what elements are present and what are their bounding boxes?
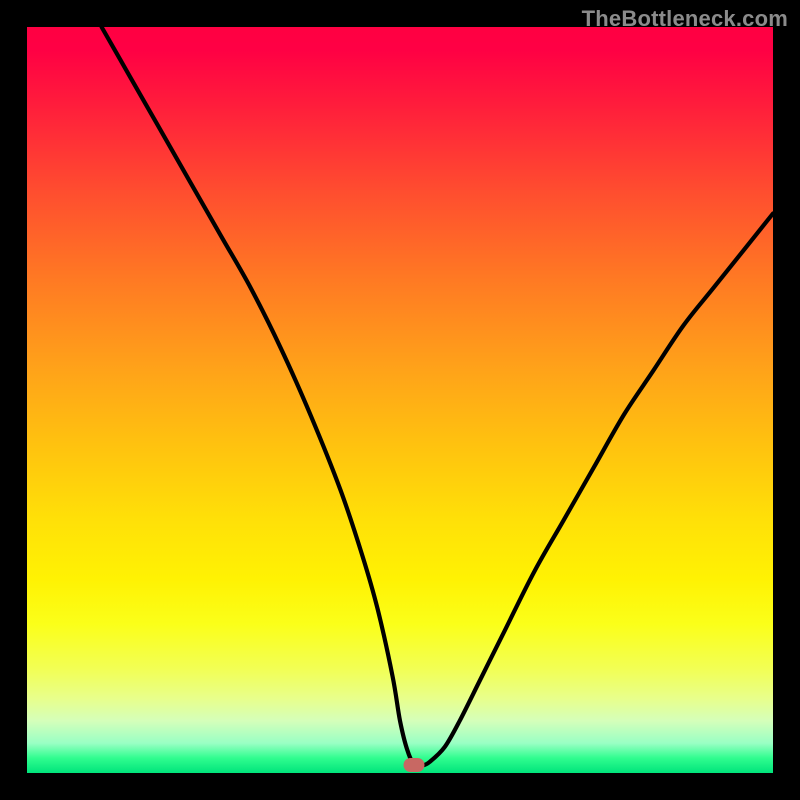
chart-frame: TheBottleneck.com [0, 0, 800, 800]
bottleneck-curve [27, 27, 773, 773]
curve-path [102, 27, 773, 767]
optimal-point-marker [404, 758, 425, 772]
watermark-text: TheBottleneck.com [582, 6, 788, 32]
